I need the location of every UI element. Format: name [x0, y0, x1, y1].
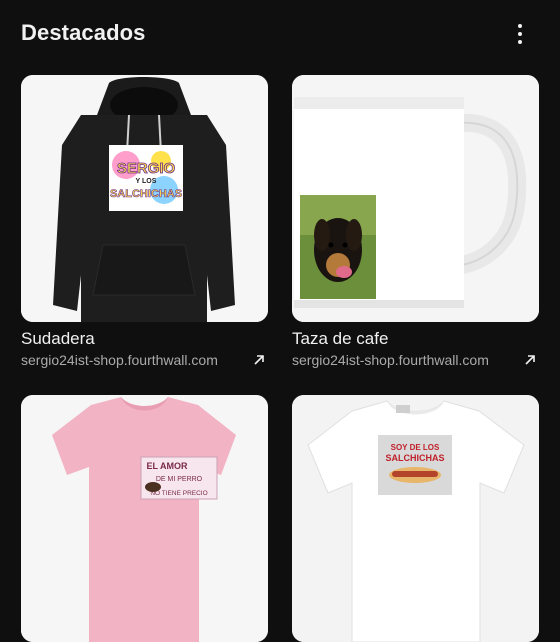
pink-tshirt-image[interactable]: EL AMOR DE MI PERRO NO TIENE PRECIO — [21, 395, 268, 642]
product-name[interactable]: Sudadera — [21, 329, 268, 349]
tshirt-print-line2: DE MI PERRO — [156, 476, 203, 483]
hoodie-print-line1: SERGIO — [117, 160, 176, 177]
product-url[interactable]: sergio24ist-shop.fourthwall.com — [21, 351, 243, 369]
product-card-white-tshirt[interactable]: SOY DE LOS SALCHICHAS — [292, 395, 539, 642]
product-card-mug[interactable]: Taza de cafe sergio24ist-shop.fourthwall… — [292, 75, 539, 369]
more-options-icon[interactable] — [512, 22, 528, 46]
tshirt-print-line3: NO TIENE PRECIO — [150, 490, 207, 497]
tshirt-print-line2: SALCHICHAS — [385, 453, 444, 463]
white-tshirt-image[interactable]: SOY DE LOS SALCHICHAS — [292, 395, 539, 642]
hoodie-print-line3: SALCHICHAS — [110, 188, 182, 200]
hoodie-print-line2: Y LOS — [136, 178, 157, 185]
product-name[interactable]: Taza de cafe — [292, 329, 539, 349]
external-link-icon[interactable] — [252, 353, 266, 367]
section-title: Destacados — [21, 20, 146, 45]
product-card-pink-tshirt[interactable]: EL AMOR DE MI PERRO NO TIENE PRECIO — [21, 395, 268, 642]
section-header: Destacados — [21, 18, 542, 48]
product-url[interactable]: sergio24ist-shop.fourthwall.com — [292, 351, 514, 369]
external-link-icon[interactable] — [523, 353, 537, 367]
mug-image[interactable] — [292, 75, 539, 322]
tshirt-print-line1: EL AMOR — [146, 461, 188, 471]
tshirt-print-line1: SOY DE LOS — [391, 443, 440, 452]
product-card-hoodie[interactable]: SERGIO Y LOS SALCHICHAS Sudadera sergio2… — [21, 75, 268, 369]
hoodie-image[interactable]: SERGIO Y LOS SALCHICHAS — [21, 75, 268, 322]
